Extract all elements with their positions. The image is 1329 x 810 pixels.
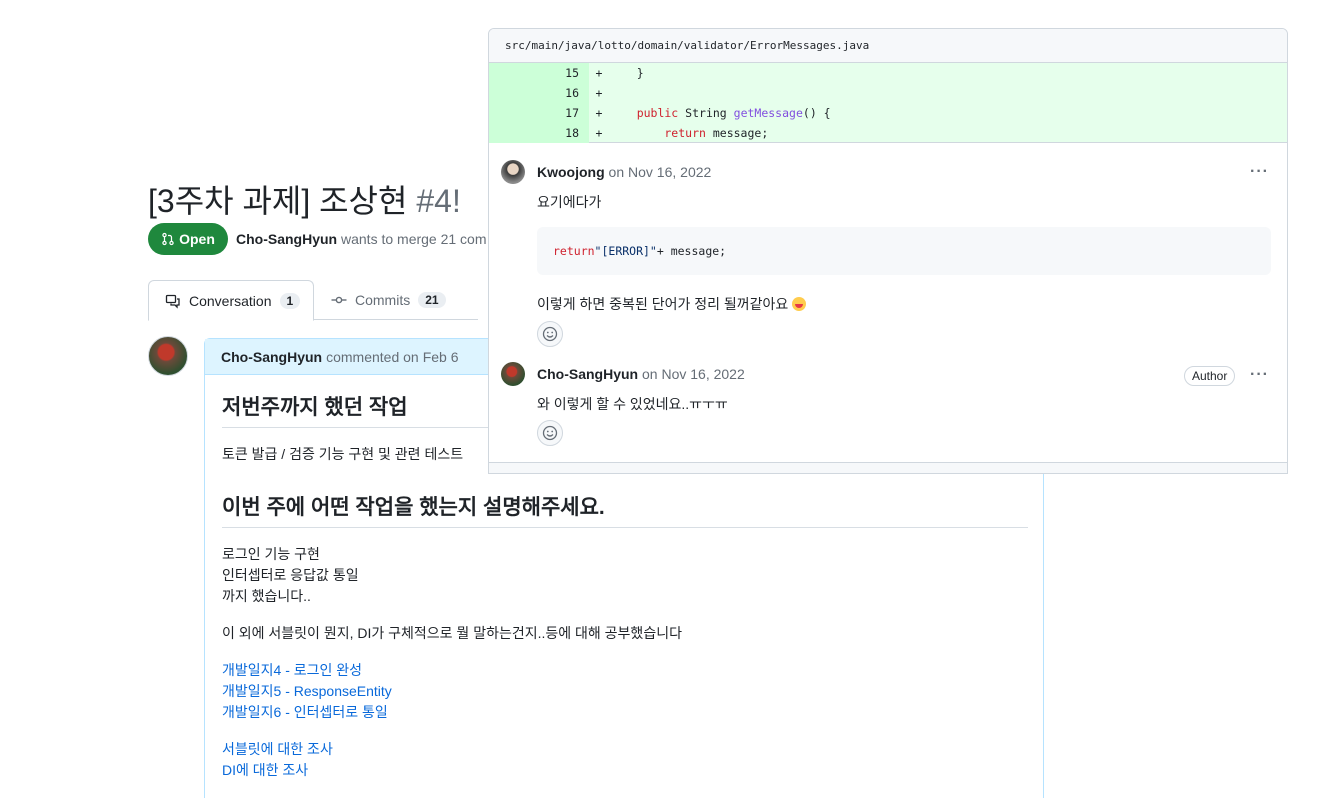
git-commit-icon [331,296,347,304]
code-function: getMessage [733,106,803,120]
tab-commits-label: Commits [355,292,411,308]
avatar[interactable] [501,362,525,386]
research-link[interactable]: DI에 대한 조사 [222,760,1028,781]
tab-conversation-label: Conversation [189,292,272,309]
line-number[interactable]: 18 [489,123,589,143]
pr-state-label: Open [179,231,215,247]
reply-area[interactable] [489,462,1287,473]
pr-tabs: Conversation 1 Commits 21 [148,280,478,321]
avatar[interactable] [148,336,188,376]
grinning-emoji-icon [792,297,807,311]
code-keyword: public [609,106,679,120]
review-comment-text-2: 이렇게 하면 중복된 단어가 정리 될꺼같아요 [537,294,807,314]
heading-this-week: 이번 주에 어떤 작업을 했는지 설명해주세요. [222,491,1028,528]
add-reaction-button[interactable] [537,420,563,446]
git-pull-request-icon [162,232,174,246]
extra-study-text: 이 외에 서블릿이 뭔지, DI가 구체적으로 뭘 말하는건지..등에 대해 공… [222,625,682,641]
research-link[interactable]: 서블릿에 대한 조사 [222,739,1028,760]
diff-line: 16 + [489,83,1287,103]
suggested-code-block: return "[ERROR]" + message; [537,227,1271,275]
add-reaction-button[interactable] [537,321,563,347]
tab-commits[interactable]: Commits 21 [331,280,446,320]
smiley-icon [542,425,558,441]
diff-sign: + [595,126,603,140]
research-links: 서블릿에 대한 조사 DI에 대한 조사 [222,739,1028,781]
tab-conversation-count: 1 [279,292,301,309]
pr-meta-text: wants to merge 21 com [337,231,487,247]
diff-line: 18 + return message; [489,123,1287,143]
tab-commits-count: 21 [418,292,446,308]
review-comment-date[interactable]: Nov 16, 2022 [628,164,711,180]
diff-code: public String getMessage() { [609,106,831,120]
diff-sign: + [595,106,603,120]
review-comment-date[interactable]: Nov 16, 2022 [661,366,744,382]
code-string: "[ERROR]" [594,244,657,258]
line-number[interactable]: 16 [489,83,589,103]
review-comment-author-line: Kwoojong on Nov 16, 2022 [537,164,711,180]
comment-date[interactable]: Feb 6 [423,349,459,365]
this-week-line: 까지 했습니다.. [222,588,311,604]
diff-code: return message; [609,126,768,140]
diff-hunk: 15 + } 16 + 17 + public String getMessag… [489,63,1287,143]
diff-sign: + [595,86,603,100]
code-keyword: return [609,126,706,140]
this-week-line: 로그인 기능 구현 [222,546,320,562]
dev-log-link[interactable]: 개발일지4 - 로그인 완성 [222,660,1028,681]
diff-code: } [609,66,644,80]
smiley-icon [542,326,558,342]
kebab-horizontal-icon[interactable]: ··· [1250,366,1269,384]
review-comment-author-line: Cho-SangHyun on Nov 16, 2022 [537,366,745,382]
diff-line: 17 + public String getMessage() { [489,103,1287,123]
line-number[interactable]: 15 [489,63,589,83]
dev-log-link[interactable]: 개발일지6 - 인터셉터로 통일 [222,702,1028,723]
comment-author[interactable]: Cho-SangHyun [221,349,322,365]
tab-conversation[interactable]: Conversation 1 [148,280,314,321]
code-text: String [678,106,734,120]
review-comment-text: 요기에다가 [537,194,602,210]
diff-line: 15 + } [489,63,1287,83]
review-comment-author[interactable]: Kwoojong [537,164,605,180]
review-comment-date-prefix: on [642,366,658,382]
pr-state-badge: Open [148,223,228,255]
comment-action: commented on [326,348,419,365]
diff-sign: + [595,66,603,80]
review-comment-text: 와 이렇게 할 수 있었네요..ㅠㅜㅠ [537,396,728,412]
pr-meta: Cho-SangHyun wants to merge 21 com [236,231,487,247]
comment-discussion-icon [165,294,180,309]
kebab-horizontal-icon[interactable]: ··· [1250,163,1269,181]
avatar[interactable] [501,160,525,184]
code-text: message; [705,126,769,140]
pr-title-text: [3주차 과제] 조상현 [148,183,417,219]
pr-author-link[interactable]: Cho-SangHyun [236,231,337,247]
dev-log-links: 개발일지4 - 로그인 완성 개발일지5 - ResponseEntity 개발… [222,660,1028,723]
review-thread-popup: src/main/java/lotto/domain/validator/Err… [488,28,1288,474]
review-comment-author[interactable]: Cho-SangHyun [537,366,638,382]
review-comment-text-2-label: 이렇게 하면 중복된 단어가 정리 될꺼같아요 [537,296,793,312]
pr-number: #4! [416,183,461,219]
code-keyword: return [553,244,595,258]
review-comment-date-prefix: on [608,164,625,180]
dev-log-link[interactable]: 개발일지5 - ResponseEntity [222,681,1028,702]
author-badge: Author [1184,366,1236,386]
code-text: () { [802,106,831,120]
this-week-line: 인터셉터로 응답값 통일 [222,567,359,583]
this-week-lines: 로그인 기능 구현 인터셉터로 응답값 통일 까지 했습니다.. [222,544,1028,607]
line-number[interactable]: 17 [489,103,589,123]
file-path[interactable]: src/main/java/lotto/domain/validator/Err… [489,29,1287,63]
pr-title: [3주차 과제] 조상현 #4! [148,176,461,222]
code-text: + message; [656,244,727,258]
